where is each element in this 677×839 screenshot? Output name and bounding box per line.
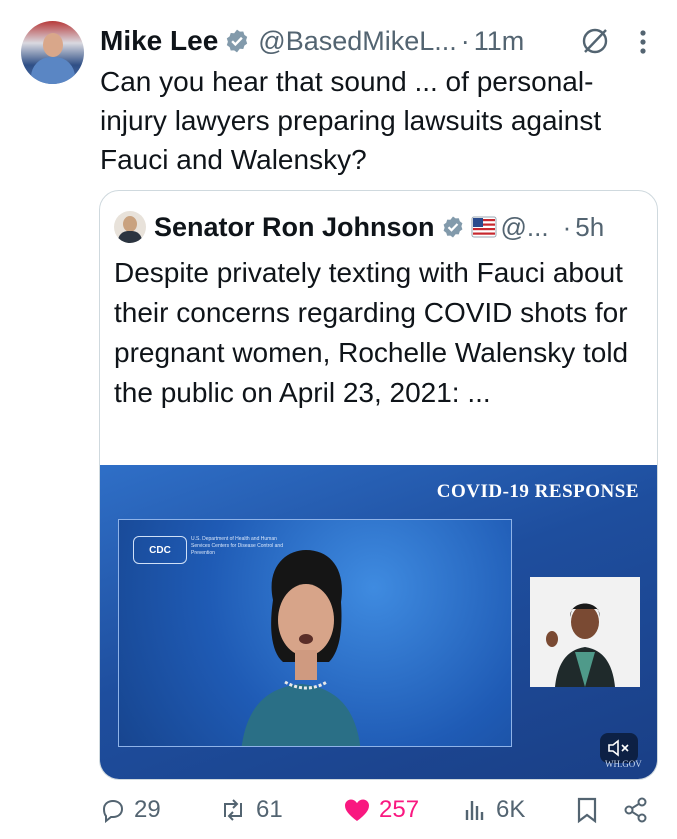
reply-icon <box>102 799 124 823</box>
quoted-text: Despite privately texting with Fauci abo… <box>114 257 629 408</box>
video-watermark: WH.GOV <box>605 759 642 769</box>
avatar-head <box>43 33 63 57</box>
reply-button[interactable]: 29 <box>100 790 161 830</box>
views-button[interactable]: 6K <box>462 790 525 830</box>
author-avatar[interactable] <box>21 21 84 84</box>
cdc-logo: CDC <box>133 536 187 564</box>
quoted-header: Senator Ron Johnson @... · 5h <box>114 209 604 245</box>
video-title: COVID-19 RESPONSE <box>436 481 639 502</box>
interpreter-inset <box>530 577 640 687</box>
bookmark-icon <box>577 797 597 824</box>
views-count: 6K <box>496 796 526 823</box>
verified-badge-icon <box>443 216 462 238</box>
mute-icon <box>608 739 629 757</box>
like-button[interactable]: 257 <box>343 790 419 830</box>
quoted-avatar <box>114 211 146 243</box>
repost-button[interactable]: 61 <box>218 790 283 830</box>
quoted-time: 5h <box>575 211 605 242</box>
heart-icon <box>345 799 369 821</box>
speaker-figure <box>241 550 361 746</box>
repost-count: 61 <box>256 796 283 823</box>
separator-dot: · <box>460 25 470 56</box>
share-icon <box>624 797 647 823</box>
reply-count: 29 <box>134 796 161 823</box>
bookmark-button[interactable] <box>575 790 607 830</box>
author-handle[interactable]: @BasedMikeL... <box>258 26 457 57</box>
separator-dot: · <box>562 211 572 242</box>
avatar-shirt <box>31 57 75 84</box>
repost-icon <box>224 799 242 821</box>
video-player[interactable]: COVID-19 RESPONSE CDC U.S. Department of… <box>100 465 657 779</box>
quoted-tweet[interactable]: Senator Ron Johnson @... · 5h Despite pr… <box>99 190 658 780</box>
action-bar: 29 61 257 6K <box>100 790 660 830</box>
views-icon <box>465 801 484 820</box>
author-name[interactable]: Mike Lee <box>100 25 218 57</box>
video-speaker-panel: CDC U.S. Department of Health and Human … <box>118 519 512 747</box>
flag-icon <box>471 216 497 238</box>
quoted-handle: @... <box>500 211 549 242</box>
tweet-text: Can you hear that sound ... of personal-… <box>100 66 602 175</box>
tweet-header: Mike Lee @BasedMikeL... · 11m <box>100 22 524 60</box>
like-count: 257 <box>379 796 420 823</box>
grok-icon[interactable] <box>580 26 610 56</box>
tweet-time[interactable]: 11m <box>474 26 525 57</box>
verified-badge-icon <box>227 29 248 53</box>
more-icon[interactable] <box>636 26 650 58</box>
quoted-author-name: Senator Ron Johnson <box>154 211 435 242</box>
share-button[interactable] <box>622 790 658 830</box>
